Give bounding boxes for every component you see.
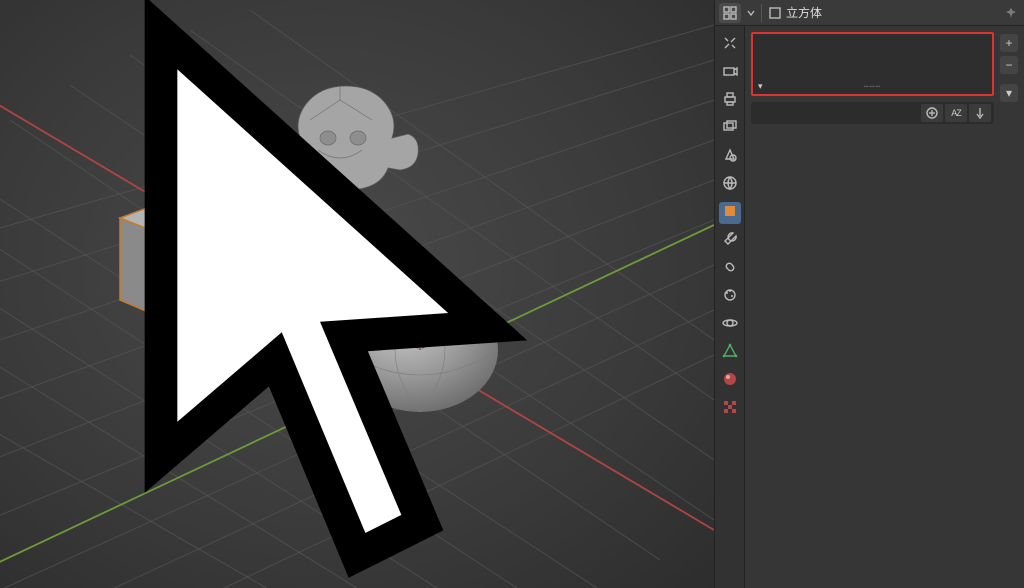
tab-data[interactable] xyxy=(719,342,741,364)
tab-view-layer[interactable] xyxy=(719,118,741,140)
active-object-name: 立方体 xyxy=(786,4,822,21)
tab-object[interactable] xyxy=(719,202,741,224)
printer-icon xyxy=(722,91,738,112)
property-tabs xyxy=(715,26,745,588)
tab-texture[interactable] xyxy=(719,398,741,420)
items-list-box[interactable]: ▾ ┄┄┄ xyxy=(751,32,994,96)
object-data-icon xyxy=(768,6,782,20)
list-toolbar: A͏Z xyxy=(751,102,994,124)
list-resize-grip-icon[interactable]: ┄┄┄ xyxy=(864,82,881,91)
tab-constraints[interactable] xyxy=(719,258,741,280)
tab-render[interactable] xyxy=(719,62,741,84)
object-sphere[interactable] xyxy=(342,288,498,412)
property-area: + − ▾ ▾ ┄┄┄ xyxy=(745,26,1024,588)
material-sphere-icon xyxy=(722,371,738,392)
viewport-3d[interactable] xyxy=(0,0,714,588)
editor-type-button[interactable] xyxy=(719,3,741,23)
separator xyxy=(761,4,762,22)
plus-circle-icon xyxy=(926,107,938,119)
tab-tool[interactable] xyxy=(719,34,741,56)
globe-icon xyxy=(722,175,738,196)
wrench-icon xyxy=(722,231,738,252)
chain-link-icon xyxy=(722,259,738,280)
viewport-canvas xyxy=(0,0,714,588)
particles-icon xyxy=(722,287,738,308)
new-item-button[interactable] xyxy=(921,104,943,122)
properties-panel: 立方体 + − ▾ ▾ ┄┄┄ xyxy=(714,0,1024,588)
square-icon xyxy=(722,203,738,224)
tab-output[interactable] xyxy=(719,90,741,112)
image-stack-icon xyxy=(722,119,738,140)
pin-button[interactable] xyxy=(1002,4,1020,22)
move-down-button[interactable] xyxy=(969,104,991,122)
tab-particles[interactable] xyxy=(719,286,741,308)
cone-sphere-icon xyxy=(722,147,738,168)
checker-icon xyxy=(722,399,738,420)
properties-icon xyxy=(723,6,737,20)
list-expand-caret-icon[interactable]: ▾ xyxy=(758,81,763,92)
mesh-triangle-icon xyxy=(722,343,738,364)
object-cube[interactable] xyxy=(120,190,268,332)
tab-scene[interactable] xyxy=(719,146,741,168)
context-breadcrumb[interactable]: 立方体 xyxy=(768,4,822,21)
wrench-screwdriver-icon xyxy=(722,35,738,56)
tab-modifiers[interactable] xyxy=(719,230,741,252)
tab-material[interactable] xyxy=(719,370,741,392)
arrow-down-icon xyxy=(975,107,985,119)
list-side-buttons: + − ▾ xyxy=(1000,34,1018,102)
properties-header: 立方体 xyxy=(715,0,1024,26)
orbit-icon xyxy=(722,315,738,336)
tab-world[interactable] xyxy=(719,174,741,196)
remove-item-button[interactable]: − xyxy=(1000,56,1018,74)
chevron-down-icon[interactable] xyxy=(747,9,755,17)
sort-az-button[interactable]: A͏Z xyxy=(945,104,967,122)
pin-icon xyxy=(1005,7,1017,19)
object-suzanne[interactable] xyxy=(274,86,419,190)
az-sort-icon: A͏Z xyxy=(951,108,961,118)
list-menu-button[interactable]: ▾ xyxy=(1000,84,1018,102)
camera-back-icon xyxy=(722,63,738,84)
add-item-button[interactable]: + xyxy=(1000,34,1018,52)
tab-physics[interactable] xyxy=(719,314,741,336)
